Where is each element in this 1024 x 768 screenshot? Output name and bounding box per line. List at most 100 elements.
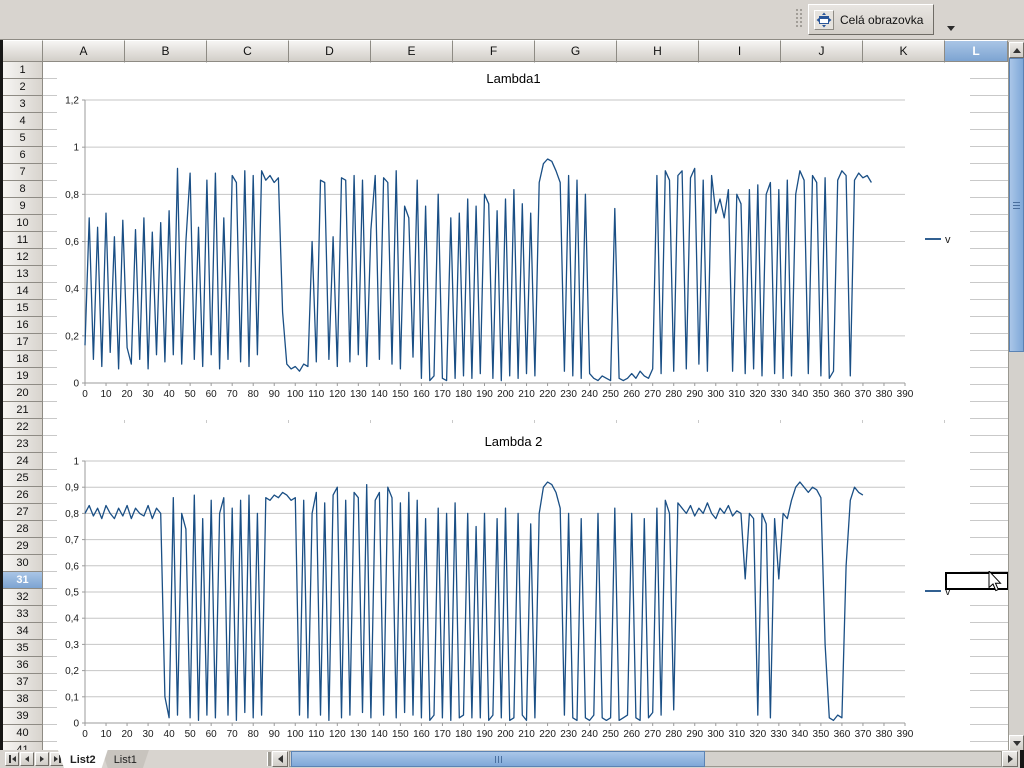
row-header-22[interactable]: 22 [3, 419, 43, 436]
row-header-6[interactable]: 6 [3, 147, 43, 164]
row-header-39[interactable]: 39 [3, 708, 43, 725]
column-header-E[interactable]: E [371, 40, 453, 62]
row-header-11[interactable]: 11 [3, 232, 43, 249]
row-header-41[interactable]: 41 [3, 742, 43, 750]
column-header-F[interactable]: F [453, 40, 535, 62]
vertical-scroll-thumb[interactable] [1009, 58, 1024, 352]
row-header-20[interactable]: 20 [3, 385, 43, 402]
x-tick-label: 30 [143, 729, 155, 740]
row-header-2[interactable]: 2 [3, 79, 43, 96]
row-header-34[interactable]: 34 [3, 623, 43, 640]
row-header-30[interactable]: 30 [3, 555, 43, 572]
column-header-K[interactable]: K [863, 40, 945, 62]
x-tick-label: 120 [329, 389, 346, 400]
x-tick-label: 50 [185, 389, 197, 400]
row-header-24[interactable]: 24 [3, 453, 43, 470]
column-header-H[interactable]: H [617, 40, 699, 62]
toolbar-overflow-dropdown[interactable] [944, 21, 958, 35]
row-header-29[interactable]: 29 [3, 538, 43, 555]
x-tick-label: 290 [686, 729, 703, 740]
x-tick-label: 380 [876, 729, 893, 740]
horizontal-scroll-thumb[interactable] [291, 751, 705, 767]
row-header-37[interactable]: 37 [3, 674, 43, 691]
row-header-18[interactable]: 18 [3, 351, 43, 368]
row-header-7[interactable]: 7 [3, 164, 43, 181]
row-header-23[interactable]: 23 [3, 436, 43, 453]
scroll-right-button[interactable] [1002, 751, 1018, 767]
row-header-36[interactable]: 36 [3, 657, 43, 674]
y-tick-label: 1,2 [65, 96, 79, 107]
previous-sheet-button[interactable] [20, 752, 34, 766]
row-header-21[interactable]: 21 [3, 402, 43, 419]
next-sheet-button[interactable] [35, 752, 49, 766]
column-header-C[interactable]: C [207, 40, 289, 62]
right-arrow-icon [1008, 755, 1013, 763]
row-header-17[interactable]: 17 [3, 334, 43, 351]
row-header-9[interactable]: 9 [3, 198, 43, 215]
toolbar-grip-handle[interactable] [796, 9, 804, 31]
row-header-19[interactable]: 19 [3, 368, 43, 385]
x-tick-label: 350 [813, 729, 830, 740]
first-sheet-button[interactable] [5, 752, 19, 766]
row-header-1[interactable]: 1 [3, 62, 43, 79]
x-tick-label: 20 [121, 389, 133, 400]
row-header-14[interactable]: 14 [3, 283, 43, 300]
x-tick-label: 90 [269, 729, 281, 740]
column-header-I[interactable]: I [699, 40, 781, 62]
y-tick-label: 0,7 [65, 535, 79, 546]
x-tick-label: 150 [392, 389, 409, 400]
row-header-12[interactable]: 12 [3, 249, 43, 266]
vertical-scrollbar[interactable] [1008, 42, 1024, 751]
column-header-D[interactable]: D [289, 40, 371, 62]
y-tick-label: 0,2 [65, 331, 79, 342]
x-tick-label: 280 [665, 729, 682, 740]
sheet-tab-list1[interactable]: List1 [102, 750, 149, 768]
chart-object-lambda1[interactable]: Lambda11,210,80,60,40,200102030405060708… [57, 63, 970, 420]
y-tick-label: 0,2 [65, 666, 79, 677]
row-header-13[interactable]: 13 [3, 266, 43, 283]
y-tick-label: 0,6 [65, 237, 79, 248]
sheet-tab-list2[interactable]: List2 [58, 750, 108, 768]
scroll-down-button[interactable] [1009, 735, 1024, 751]
column-header-G[interactable]: G [535, 40, 617, 62]
row-header-10[interactable]: 10 [3, 215, 43, 232]
y-tick-label: 0,9 [65, 483, 79, 494]
x-tick-label: 90 [269, 389, 281, 400]
column-header-A[interactable]: A [43, 40, 125, 62]
select-all-corner[interactable] [3, 40, 43, 62]
row-header-40[interactable]: 40 [3, 725, 43, 742]
scroll-up-button[interactable] [1009, 42, 1024, 58]
row-header-26[interactable]: 26 [3, 487, 43, 504]
row-header-35[interactable]: 35 [3, 640, 43, 657]
x-tick-label: 250 [602, 729, 619, 740]
row-header-15[interactable]: 15 [3, 300, 43, 317]
chart-object-lambda2[interactable]: Lambda 210,90,80,70,60,50,40,30,20,10010… [57, 423, 970, 750]
cell-grid[interactable]: Lambda11,210,80,60,40,200102030405060708… [43, 62, 1008, 750]
row-header-33[interactable]: 33 [3, 606, 43, 623]
row-header-4[interactable]: 4 [3, 113, 43, 130]
row-header-32[interactable]: 32 [3, 589, 43, 606]
x-tick-label: 210 [518, 729, 535, 740]
x-tick-label: 50 [185, 729, 197, 740]
tab-scrollbar-splitter[interactable] [267, 752, 271, 766]
row-header-5[interactable]: 5 [3, 130, 43, 147]
column-header-L[interactable]: L [945, 40, 1008, 62]
row-header-31[interactable]: 31 [3, 572, 43, 589]
x-tick-label: 40 [164, 729, 176, 740]
fullscreen-toggle-button[interactable]: Celá obrazovka [808, 4, 934, 35]
column-header-B[interactable]: B [125, 40, 207, 62]
row-header-28[interactable]: 28 [3, 521, 43, 538]
x-tick-label: 160 [413, 729, 430, 740]
row-header-3[interactable]: 3 [3, 96, 43, 113]
scroll-left-button[interactable] [272, 751, 288, 767]
lambda1-chart: Lambda11,210,80,60,40,200102030405060708… [57, 63, 970, 420]
row-header-8[interactable]: 8 [3, 181, 43, 198]
x-tick-label: 130 [350, 389, 367, 400]
row-header-25[interactable]: 25 [3, 470, 43, 487]
x-tick-label: 70 [227, 389, 239, 400]
row-header-16[interactable]: 16 [3, 317, 43, 334]
column-header-J[interactable]: J [781, 40, 863, 62]
row-header-38[interactable]: 38 [3, 691, 43, 708]
row-header-27[interactable]: 27 [3, 504, 43, 521]
y-tick-label: 0 [73, 379, 79, 390]
